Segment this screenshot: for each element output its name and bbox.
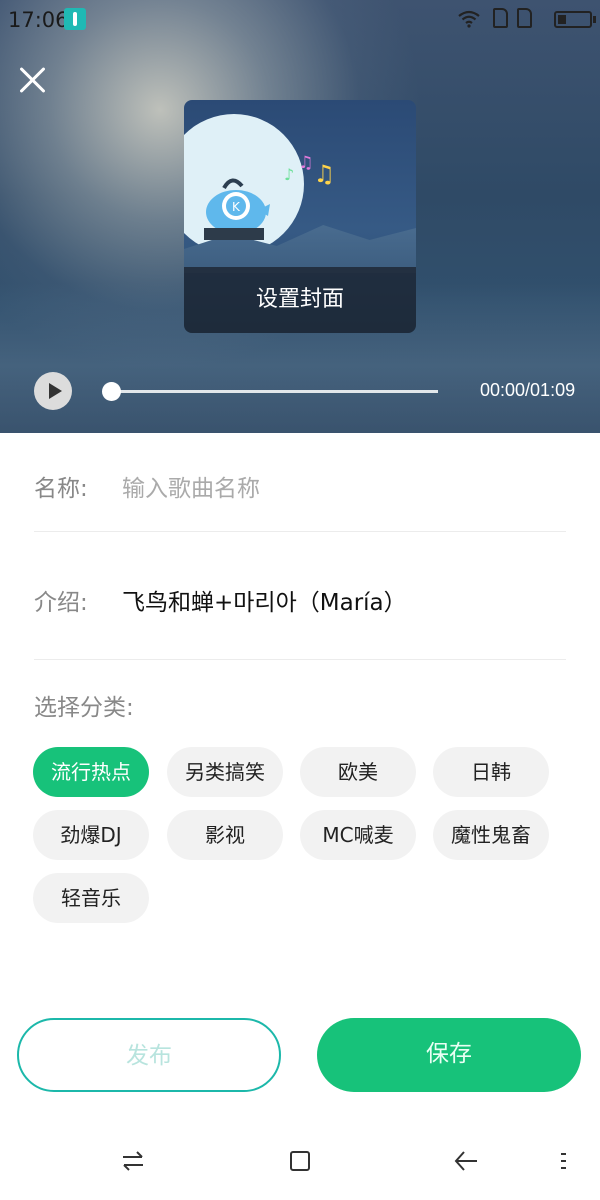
category-chip[interactable]: 另类搞笑 — [167, 747, 283, 797]
sim-icon — [517, 8, 532, 28]
divider — [34, 659, 566, 660]
close-button[interactable] — [16, 63, 50, 97]
play-button[interactable] — [34, 372, 72, 410]
set-cover-label[interactable]: 设置封面 — [184, 267, 416, 333]
publish-button[interactable]: 发布 — [17, 1018, 281, 1092]
category-chip[interactable]: 欧美 — [300, 747, 416, 797]
category-chip[interactable]: 流行热点 — [33, 747, 149, 797]
name-label: 名称: — [34, 476, 88, 502]
player-header: 17:06 K ♪♫♫ 设置封面 00:00/01:09 — [0, 0, 600, 433]
battery-icon — [554, 11, 596, 28]
time-display: 00:00/01:09 — [480, 380, 576, 400]
back-icon[interactable] — [453, 1148, 479, 1174]
progress-track[interactable] — [110, 390, 438, 393]
cover-image[interactable]: K ♪♫♫ 设置封面 — [184, 100, 416, 333]
category-chip[interactable]: MC喊麦 — [300, 810, 416, 860]
category-chip[interactable]: 劲爆DJ — [33, 810, 149, 860]
usb-icon — [64, 8, 86, 30]
sim-icon — [493, 8, 508, 28]
progress-thumb[interactable] — [102, 382, 121, 401]
save-button[interactable]: 保存 — [317, 1018, 581, 1092]
category-chip[interactable]: 影视 — [167, 810, 283, 860]
menu-icon[interactable] — [556, 1148, 570, 1174]
wifi-icon — [458, 10, 480, 28]
category-chip[interactable]: 日韩 — [433, 747, 549, 797]
intro-input[interactable]: 飞鸟和蝉+마리아（María） — [122, 583, 407, 617]
navigation-bar — [0, 1120, 600, 1200]
divider — [34, 531, 566, 532]
category-label: 选择分类: — [34, 695, 134, 721]
home-square-icon[interactable] — [287, 1148, 313, 1174]
name-input[interactable]: 输入歌曲名称 — [122, 469, 260, 503]
svg-text:K: K — [232, 200, 241, 214]
category-chip[interactable]: 魔性鬼畜 — [433, 810, 549, 860]
music-notes-icon: ♪♫♫ — [284, 153, 335, 188]
switch-icon[interactable] — [120, 1148, 146, 1174]
status-bar: 17:06 — [0, 0, 600, 40]
intro-label: 介绍: — [34, 590, 88, 616]
category-chip[interactable]: 轻音乐 — [33, 873, 149, 923]
status-time: 17:06 — [8, 8, 69, 32]
bird-mascot-icon: K — [204, 178, 270, 240]
